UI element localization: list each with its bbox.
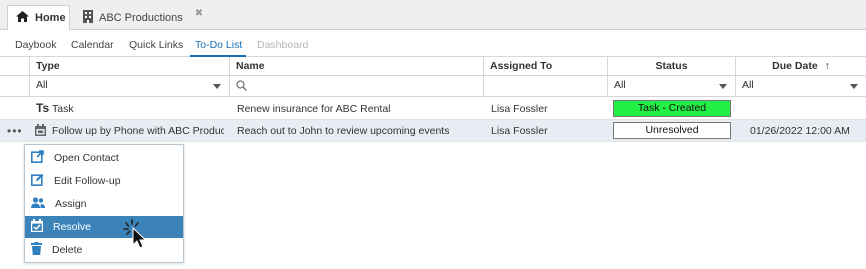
type-column-header[interactable]: Type — [30, 57, 230, 76]
tab-daybook[interactable]: Daybook — [15, 39, 56, 51]
menu-item-edit-follow-up[interactable]: Edit Follow-up — [25, 170, 183, 192]
table-row[interactable]: ••• Follow up by Phone with ABC Producti… — [0, 120, 866, 142]
chevron-down-icon — [719, 84, 727, 89]
task-icon: Ts — [36, 101, 50, 115]
tab-home-label: Home — [35, 12, 66, 24]
chevron-down-icon — [213, 84, 221, 89]
trash-icon — [31, 242, 42, 258]
menu-item-open-contact[interactable]: Open Contact — [25, 147, 183, 169]
menu-item-assign[interactable]: Assign — [25, 193, 183, 215]
status-badge: Task - Created — [613, 100, 731, 117]
open-external-icon — [31, 150, 44, 166]
building-icon — [83, 9, 93, 26]
menu-item-label: Open Contact — [54, 152, 119, 164]
due-date-filter-value: All — [742, 79, 754, 91]
type-filter-select[interactable]: All — [30, 76, 230, 97]
calendar-phone-icon — [35, 124, 46, 139]
due-date-header-label: Due Date — [772, 60, 818, 72]
status-filter-value: All — [614, 79, 626, 91]
row-name: Reach out to John to review upcoming eve… — [237, 125, 450, 137]
row-context-menu: Open Contact Edit Follow-up Assign Resol… — [24, 144, 184, 263]
menu-item-label: Delete — [52, 244, 83, 256]
tab-home[interactable]: Home — [7, 5, 70, 30]
row-assigned-to: Lisa Fossler — [491, 125, 548, 137]
sort-ascending-icon[interactable]: ↑ — [825, 60, 830, 72]
row-due-date: 01/26/2022 12:00 AM — [750, 125, 850, 137]
table-row[interactable]: Ts Task Renew insurance for ABC Rental L… — [0, 98, 866, 120]
menu-item-label: Edit Follow-up — [54, 175, 121, 187]
menu-item-label: Resolve — [53, 221, 91, 233]
actions-filter-cell — [0, 76, 30, 97]
tab-calendar[interactable]: Calendar — [71, 39, 114, 51]
menu-item-label: Assign — [55, 198, 87, 210]
chevron-down-icon — [850, 84, 858, 89]
status-badge: Unresolved — [613, 122, 731, 139]
row-type: Task — [52, 103, 74, 115]
tab-abc-label: ABC Productions — [99, 11, 183, 24]
window-tab-strip: Home ABC Productions ✖ — [0, 0, 866, 30]
tab-to-do-list[interactable]: To-Do List — [195, 39, 242, 51]
actions-column-header — [0, 57, 30, 76]
status-filter-select[interactable]: All — [608, 76, 736, 97]
search-icon — [236, 80, 247, 94]
mouse-pointer-icon — [122, 218, 152, 253]
tab-dashboard: Dashboard — [257, 39, 309, 51]
menu-item-delete[interactable]: Delete — [25, 239, 183, 261]
menu-item-resolve[interactable]: Resolve — [25, 216, 183, 238]
due-date-column-header[interactable]: Due Date ↑ — [736, 57, 866, 76]
calendar-check-icon — [31, 219, 43, 235]
name-filter-input[interactable] — [230, 76, 484, 97]
tab-abc-productions[interactable]: ABC Productions ✖ — [75, 5, 211, 30]
row-type: Follow up by Phone with ABC Producti... — [52, 125, 224, 137]
edit-icon — [31, 173, 44, 189]
due-date-filter-select[interactable]: All — [736, 76, 866, 97]
tab-quick-links[interactable]: Quick Links — [129, 39, 183, 51]
home-icon — [16, 11, 29, 25]
close-icon[interactable]: ✖ — [195, 8, 203, 19]
assigned-column-header[interactable]: Assigned To — [484, 57, 608, 76]
row-assigned-to: Lisa Fossler — [491, 103, 548, 115]
status-column-header[interactable]: Status — [608, 57, 736, 76]
sub-navigation: Daybook Calendar Quick Links To-Do List … — [0, 35, 866, 57]
row-actions-menu-icon[interactable]: ••• — [7, 124, 23, 138]
users-icon — [31, 196, 45, 212]
name-column-header[interactable]: Name — [230, 57, 484, 76]
assigned-filter-cell — [484, 76, 608, 97]
type-filter-value: All — [36, 79, 48, 91]
row-name: Renew insurance for ABC Rental — [237, 103, 391, 115]
